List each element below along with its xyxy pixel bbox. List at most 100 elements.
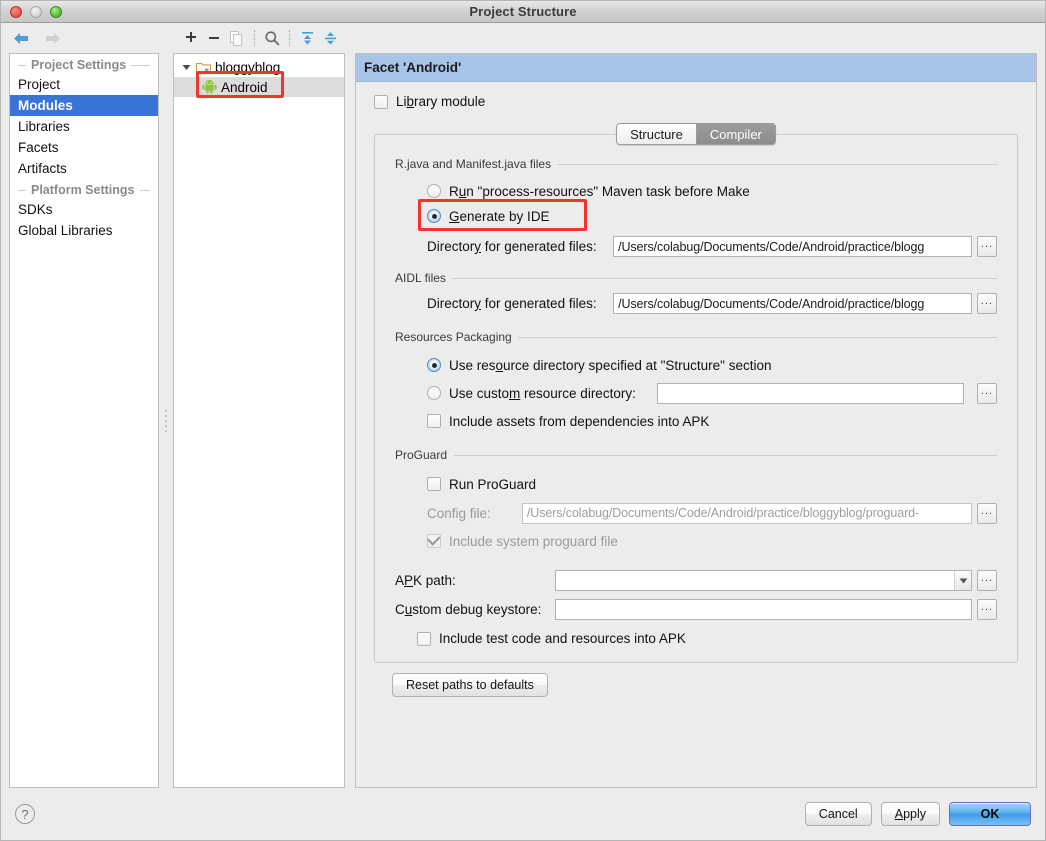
section-title-resources: Resources Packaging [395, 330, 997, 344]
close-button[interactable] [10, 5, 22, 18]
main-split: Project Settings Project Modules Librari… [1, 53, 1045, 788]
cancel-button[interactable]: Cancel [804, 802, 872, 826]
section-resources-packaging: Resources Packaging Use resource directo… [395, 330, 997, 434]
tab-structure[interactable]: Structure [617, 124, 696, 144]
maven-task-label: Run "process-resources" Maven task befor… [449, 183, 750, 199]
radio-row-generate-by-ide[interactable]: Generate by IDE [418, 199, 997, 231]
structure-resource-dir-label: Use resource directory specified at "Str… [449, 357, 772, 373]
help-icon[interactable]: ? [15, 804, 35, 824]
nav-toolbar [1, 23, 171, 53]
radio-row-maven-task[interactable]: Run "process-resources" Maven task befor… [427, 179, 997, 203]
include-system-proguard-row[interactable]: Include system proguard file [427, 528, 997, 554]
include-test-code-checkbox[interactable] [417, 631, 431, 646]
library-module-row[interactable]: Library module [374, 94, 1018, 109]
keystore-browse-button[interactable]: ... [977, 599, 997, 620]
aidl-browse-button[interactable]: ... [977, 293, 997, 314]
sidebar-item-global-libraries[interactable]: Global Libraries [10, 220, 158, 241]
chevron-down-icon[interactable] [180, 63, 192, 72]
minimize-button[interactable] [30, 5, 42, 18]
apk-path-row: APK path: ... [395, 570, 997, 591]
generate-by-ide-radio[interactable] [427, 209, 441, 223]
reset-paths-button[interactable]: Reset paths to defaults [392, 673, 548, 697]
window-title: Project Structure [469, 4, 577, 19]
include-test-code-row[interactable]: Include test code and resources into APK [395, 631, 997, 646]
include-system-proguard-label: Include system proguard file [449, 533, 618, 549]
ok-button[interactable]: OK [949, 802, 1031, 826]
proguard-config-browse-button[interactable]: ... [977, 502, 997, 524]
zoom-button[interactable] [50, 5, 62, 18]
facet-settings-pane: Facet 'Android' Library module Structure… [355, 53, 1037, 788]
structure-resource-dir-radio[interactable] [427, 358, 441, 372]
run-proguard-row[interactable]: Run ProGuard [427, 470, 997, 498]
window-titlebar: Project Structure [1, 1, 1045, 23]
aidl-directory-label: Directory for generated files: [427, 296, 597, 311]
custom-resource-dir-browse-button[interactable]: ... [977, 382, 997, 404]
module-tree: bloggyblog Android [174, 54, 344, 98]
expand-all-icon[interactable] [297, 28, 317, 48]
add-icon[interactable] [181, 28, 201, 48]
remove-icon[interactable] [204, 28, 224, 48]
project-settings-pane: Project Settings Project Modules Librari… [9, 53, 159, 788]
tree-label-bloggyblog: bloggyblog [215, 59, 281, 75]
keystore-label: Custom debug keystore: [395, 602, 542, 617]
sidebar-item-artifacts[interactable]: Artifacts [10, 158, 158, 179]
group-header-project-settings: Project Settings [10, 54, 158, 74]
section-title-proguard: ProGuard [395, 448, 997, 462]
custom-resource-dir-field[interactable] [656, 382, 964, 404]
facet-body: Library module Structure Compiler R.java… [356, 82, 1036, 787]
library-module-checkbox[interactable] [374, 94, 388, 109]
facet-header: Facet 'Android' [356, 54, 1036, 82]
tree-toolbar [171, 23, 349, 53]
run-proguard-label: Run ProGuard [449, 476, 537, 492]
include-system-proguard-checkbox[interactable] [427, 534, 441, 548]
sidebar-item-sdks[interactable]: SDKs [10, 199, 158, 220]
include-assets-row[interactable]: Include assets from dependencies into AP… [427, 408, 997, 434]
compiler-tab-panel: R.java and Manifest.java files Run "proc… [374, 134, 1018, 663]
rjava-browse-button[interactable]: ... [977, 236, 997, 257]
group-header-platform-settings: Platform Settings [10, 179, 158, 199]
custom-resource-dir-radio[interactable] [427, 386, 441, 400]
library-module-label: Library module [396, 94, 486, 109]
tab-compiler[interactable]: Compiler [695, 124, 775, 144]
window-controls [1, 5, 62, 18]
section-title-rjava: R.java and Manifest.java files [395, 157, 997, 171]
section-proguard: ProGuard Run ProGuard Config file: /User… [395, 448, 997, 554]
run-proguard-checkbox[interactable] [427, 477, 441, 491]
maven-task-radio[interactable] [427, 184, 441, 198]
back-arrow-icon[interactable] [11, 28, 31, 48]
proguard-config-label: Config file: [427, 505, 491, 521]
sidebar-item-facets[interactable]: Facets [10, 137, 158, 158]
pane-splitter-1[interactable] [159, 53, 173, 788]
footer-buttons: Cancel Apply OK [804, 802, 1031, 826]
sidebar-item-project[interactable]: Project [10, 74, 158, 95]
forward-arrow-icon [43, 28, 63, 48]
apk-path-dropdown-arrow-icon[interactable] [954, 571, 971, 590]
toolbar-divider-1 [254, 30, 255, 46]
toolbar-divider-2 [289, 30, 290, 46]
sidebar-item-libraries[interactable]: Libraries [10, 116, 158, 137]
project-structure-window: Project Structure Project Settings Proje… [0, 0, 1046, 841]
rjava-directory-field[interactable]: /Users/colabug/Documents/Code/Android/pr… [613, 236, 972, 257]
aidl-directory-field[interactable]: /Users/colabug/Documents/Code/Android/pr… [613, 293, 972, 314]
splitter-grip-icon [165, 409, 167, 432]
include-assets-checkbox[interactable] [427, 414, 441, 428]
custom-resource-dir-label: Use custom resource directory: [449, 385, 636, 401]
section-title-aidl: AIDL files [395, 271, 997, 285]
apply-button[interactable]: Apply [880, 802, 940, 826]
collapse-all-icon[interactable] [320, 28, 340, 48]
apk-path-field[interactable] [554, 570, 972, 591]
sidebar-item-modules[interactable]: Modules [10, 95, 158, 116]
keystore-field[interactable] [554, 599, 972, 620]
proguard-config-field[interactable]: /Users/colabug/Documents/Code/Android/pr… [521, 502, 972, 524]
dialog-footer: ? Cancel Apply OK [1, 788, 1045, 840]
settings-group-project: Project Settings Project Modules Librari… [10, 54, 158, 179]
apk-path-browse-button[interactable]: ... [977, 570, 997, 591]
radio-row-custom-resource-dir[interactable]: Use custom resource directory: ... [427, 378, 997, 408]
tree-row-bloggyblog[interactable]: bloggyblog [174, 57, 344, 77]
settings-group-platform: Platform Settings SDKs Global Libraries [10, 179, 158, 241]
module-tree-pane: bloggyblog Android [173, 53, 345, 788]
search-icon[interactable] [262, 28, 282, 48]
section-aidl: AIDL files Directory for generated files… [395, 271, 997, 314]
radio-row-structure-resource-dir[interactable]: Use resource directory specified at "Str… [427, 352, 997, 378]
tree-row-android[interactable]: Android [174, 71, 344, 98]
